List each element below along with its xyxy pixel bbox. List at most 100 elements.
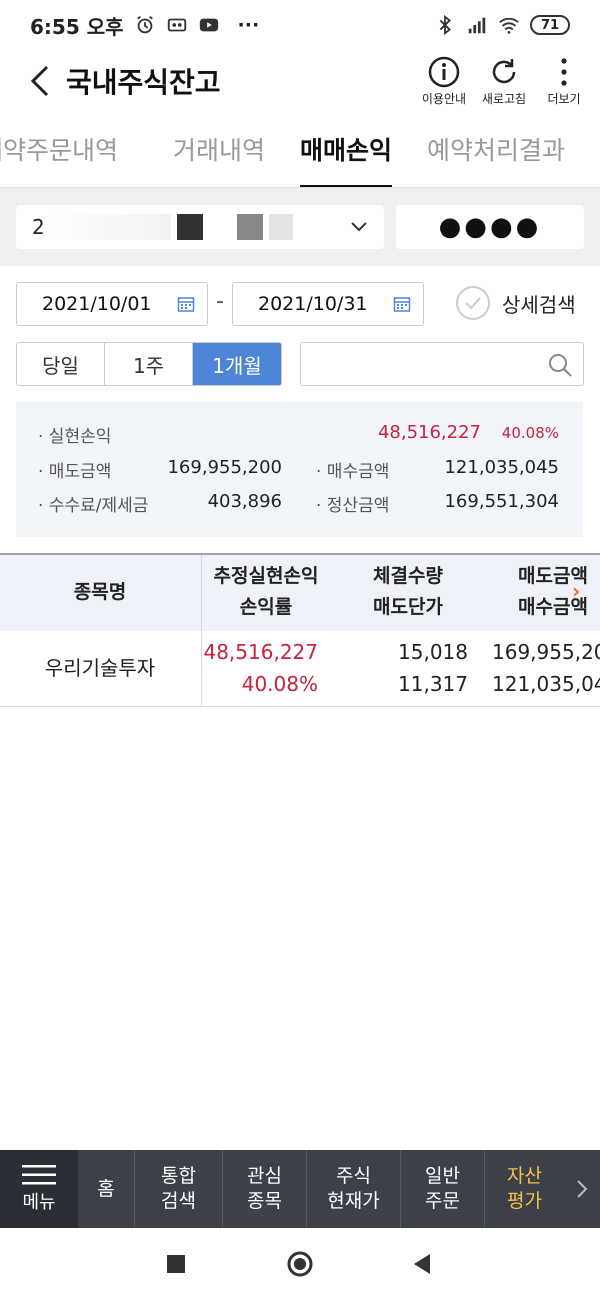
nav-label: 관심 [247,1165,282,1187]
header-stock-name: 종목명 [73,581,127,603]
search-icon[interactable] [547,352,573,378]
account-mask [236,214,263,240]
column-divider [201,631,202,706]
settlement-label: · 정산금액 [316,496,390,516]
chevron-down-icon [351,222,367,232]
buy-amount-value: 121,035,045 [444,457,559,478]
nav-label: 종목 [247,1190,282,1212]
recent-apps-button[interactable] [166,1254,186,1274]
start-date-field[interactable]: 2021/10/01 [16,282,208,326]
fees-value: 403,896 [207,491,282,512]
more-button[interactable]: 더보기 [538,56,590,107]
nav-watchlist[interactable]: 관심종목 [223,1150,307,1228]
period-1month-button[interactable]: 1개월 [193,343,281,385]
account-area: 2 ●●●● [0,188,600,266]
hamburger-icon [22,1165,56,1185]
header-sell-amount: 매도금액 [518,565,588,587]
refresh-icon [492,58,516,83]
system-back-button[interactable] [412,1253,432,1275]
fees-label: · 수수료/제세금 [38,496,149,516]
summary-panel: · 실현손익 48,516,227 40.08% · 매도금액 169,955,… [16,402,583,537]
settlement-value: 169,551,304 [444,491,559,512]
back-button[interactable] [22,63,58,99]
tab-reserved-orders[interactable]: 예약주문내역 [0,118,118,187]
realized-pnl-label: · 실현손익 [38,427,112,447]
header-pnl-rate: 손익률 [239,596,293,618]
nav-label: 평가 [507,1190,542,1212]
nav-label: 주문 [425,1190,460,1212]
battery-indicator: 71 [530,15,570,35]
account-mask [176,214,203,240]
alarm-icon [136,15,153,34]
status-bar: 6:55 오후 ··· 71 [0,0,600,50]
nav-label: 현재가 [327,1190,380,1212]
nav-home-label: 홈 [97,1177,115,1200]
end-date-value: 2021/10/31 [258,293,368,315]
start-date-value: 2021/10/01 [42,293,152,315]
header-est-pnl: 추정실현손익 [213,565,319,587]
account-select[interactable]: 2 [16,205,384,249]
buy-amount-label: · 매수금액 [316,462,390,482]
period-1week-button[interactable]: 1주 [105,343,193,385]
period-row: 당일 1주 1개월 [16,342,586,386]
account-number: 2 [32,215,45,239]
home-button[interactable] [286,1250,314,1278]
tab-reservation-results[interactable]: 예약처리결과 [427,118,565,187]
sell-amount-value: 169,955,200 [167,457,282,478]
password-field[interactable]: ●●●● [396,205,584,249]
voicemail-icon [167,18,186,32]
row-est-pnl: 48,516,227 [203,640,318,664]
account-mask [50,214,171,240]
back-arrow-icon [30,65,49,97]
scroll-right-icon[interactable]: › [572,579,580,603]
realized-pnl-value: 48,516,227 [377,422,481,443]
nav-label: 통합 [161,1165,196,1187]
row-exec-qty: 15,018 [398,640,468,664]
end-date-field[interactable]: 2021/10/31 [232,282,424,326]
info-icon [428,56,460,87]
nav-label: 일반 [425,1165,460,1187]
header-buy-amount: 매수금액 [518,596,588,618]
nav-home[interactable]: 홈 [78,1150,135,1228]
realized-pnl-rate: 40.08% [501,424,559,442]
nav-integrated-search[interactable]: 통합 검색 [135,1150,223,1228]
status-time: 6:55 오후 [30,14,124,39]
account-mask [208,214,231,240]
nav-next-button[interactable] [564,1150,600,1228]
period-today-button[interactable]: 당일 [17,343,105,385]
more-vertical-icon [561,57,567,86]
bluetooth-icon [439,14,451,36]
bottom-nav: 메뉴 홈 통합 검색 관심종목 주식현재가 일반주문 자산평가 [0,1150,600,1228]
app-header: 국내주식잔고 이용안내 새로고침 더보기 [0,50,600,112]
info-button[interactable]: 이용안내 [418,56,470,107]
period-selector: 당일 1주 1개월 [16,342,282,386]
row-sell-price: 11,317 [398,672,468,696]
nav-general-order[interactable]: 일반주문 [401,1150,485,1228]
account-mask [268,214,293,240]
table-row[interactable]: 우리기술투자 48,516,227 40.08% 15,018 11,317 1… [0,631,600,707]
nav-label: 자산 [507,1165,542,1187]
refresh-label: 새로고침 [481,91,527,106]
detail-search-toggle[interactable]: 상세검색 [456,286,576,320]
more-label: 더보기 [547,91,581,106]
menu-button[interactable]: 메뉴 [0,1150,78,1228]
row-sell-amount: 169,955,20 [492,640,600,664]
youtube-icon [199,18,218,32]
status-more-dots: ··· [237,14,260,36]
stock-search-input[interactable] [300,342,584,386]
header-exec-qty: 체결수량 [373,565,443,587]
refresh-button[interactable]: 새로고침 [478,56,530,107]
nav-stock-price[interactable]: 주식현재가 [307,1150,401,1228]
tab-trading-pnl[interactable]: 매매손익 [300,118,393,187]
nav-asset-valuation[interactable]: 자산평가 [485,1150,564,1228]
signal-icon [468,17,486,34]
sell-amount-label: · 매도금액 [38,462,112,482]
date-separator: - [216,289,224,314]
info-label: 이용안내 [421,91,467,106]
nav-label: 주식 [336,1165,371,1187]
calendar-icon [177,297,195,312]
tab-transactions[interactable]: 거래내역 [173,118,265,187]
header-sell-price: 매도단가 [373,596,443,618]
table-header: 종목명 추정실현손익 손익률 체결수량 매도단가 매도금액 매수금액 › [0,553,600,631]
menu-label: 메뉴 [22,1192,56,1213]
